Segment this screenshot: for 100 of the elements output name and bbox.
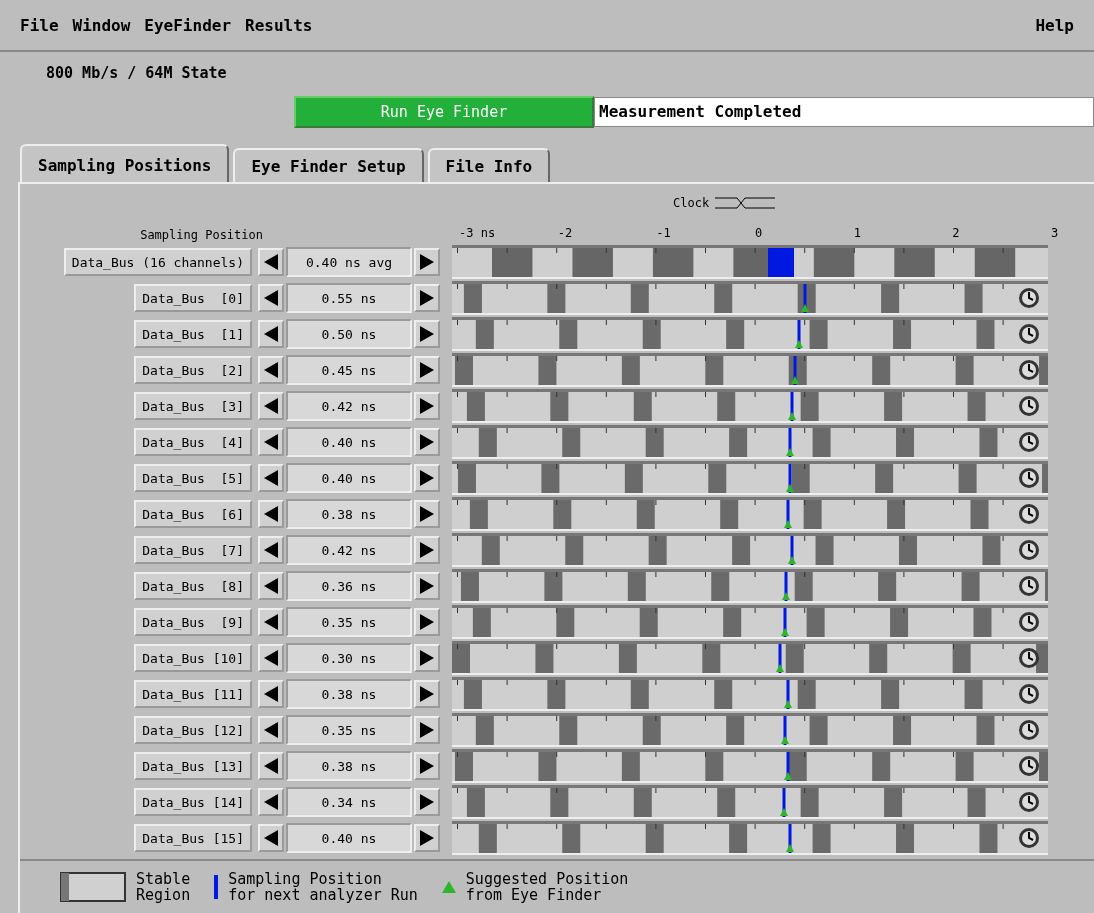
channel-name-button[interactable]: Data_Bus [9] [134, 608, 252, 636]
left-triangle-icon [264, 470, 278, 486]
increase-button[interactable] [414, 788, 440, 816]
increase-button[interactable] [414, 680, 440, 708]
clock-waveform-icon [715, 196, 776, 210]
channel-name-button[interactable]: Data_Bus [11] [134, 680, 252, 708]
decrease-button[interactable] [258, 572, 284, 600]
clock-icon [1018, 287, 1040, 309]
right-triangle-icon [420, 362, 434, 378]
left-triangle-icon [264, 254, 278, 270]
increase-button[interactable] [414, 644, 440, 672]
decrease-button[interactable] [258, 824, 284, 852]
channel-name-button[interactable]: Data_Bus [15] [134, 824, 252, 852]
increase-button[interactable] [414, 464, 440, 492]
channel-name-button[interactable]: Data_Bus [2] [134, 356, 252, 384]
tab[interactable]: File Info [427, 148, 551, 182]
decrease-button[interactable] [258, 716, 284, 744]
decrease-button[interactable] [258, 680, 284, 708]
position-value: 0.38 ns [286, 751, 412, 781]
channel-name-button[interactable]: Data_Bus [4] [134, 428, 252, 456]
decrease-button[interactable] [258, 428, 284, 456]
channel-name-button[interactable]: Data_Bus [10] [134, 644, 252, 672]
position-value: 0.42 ns [286, 391, 412, 421]
legend-label: Sampling Position for next analyzer Run [228, 870, 418, 904]
menu-item[interactable]: File [20, 15, 59, 35]
decrease-button[interactable] [258, 536, 284, 564]
increase-button[interactable] [414, 572, 440, 600]
clock-icon [1018, 827, 1040, 849]
menu-item[interactable]: EyeFinder [144, 15, 232, 35]
legend-label: Suggested Position from Eye Finder [465, 870, 629, 904]
position-value: 0.40 ns [286, 427, 412, 457]
tab[interactable]: Sampling Positions [20, 144, 230, 184]
clock-icon [1018, 755, 1040, 777]
decrease-button[interactable] [258, 356, 284, 384]
axis-tick-label: 3 [1051, 226, 1059, 240]
right-triangle-icon [420, 794, 434, 810]
right-triangle-icon [420, 434, 434, 450]
channel-name-button[interactable]: Data_Bus [3] [134, 392, 252, 420]
clock-label: Clock [673, 196, 710, 210]
channel-name-button[interactable]: Data_Bus [1] [134, 320, 252, 348]
channel-name-button[interactable]: Data_Bus [8] [134, 572, 252, 600]
channel-name-button[interactable]: Data_Bus [12] [134, 716, 252, 744]
menu-item[interactable]: Results [245, 15, 313, 35]
increase-button[interactable] [414, 428, 440, 456]
clock-icon [1018, 539, 1040, 561]
position-value: 0.50 ns [286, 319, 412, 349]
channel-name-button[interactable]: Data_Bus (16 channels) [63, 248, 252, 276]
increase-button[interactable] [414, 608, 440, 636]
increase-button[interactable] [414, 284, 440, 312]
position-value: 0.42 ns [286, 535, 412, 565]
decrease-button[interactable] [258, 500, 284, 528]
position-value: 0.30 ns [286, 643, 412, 673]
position-value: 0.40 ns [286, 463, 412, 493]
stable-region-swatch [60, 872, 126, 902]
increase-button[interactable] [414, 716, 440, 744]
decrease-button[interactable] [258, 752, 284, 780]
decrease-button[interactable] [258, 788, 284, 816]
increase-button[interactable] [414, 392, 440, 420]
left-triangle-icon [264, 722, 278, 738]
clock-icon [1018, 683, 1040, 705]
channel-name-button[interactable]: Data_Bus [6] [134, 500, 252, 528]
tab[interactable]: Eye Finder Setup [233, 148, 424, 182]
increase-button[interactable] [414, 500, 440, 528]
axis-tick-label: -1 [656, 226, 671, 240]
decrease-button[interactable] [258, 248, 284, 276]
increase-button[interactable] [414, 320, 440, 348]
right-triangle-icon [420, 686, 434, 702]
menu-item[interactable]: Window [72, 15, 131, 35]
increase-button[interactable] [414, 824, 440, 852]
right-triangle-icon [420, 290, 434, 306]
decrease-button[interactable] [258, 284, 284, 312]
clock-icon [1018, 719, 1040, 741]
decrease-button[interactable] [258, 464, 284, 492]
axis-tick-label: 2 [952, 226, 960, 240]
clock-icon [1018, 575, 1040, 597]
axis-tick-label: -3 ns [459, 226, 496, 240]
legend-label: Stable Region [136, 870, 191, 904]
mode-label: 800 Mb/s / 64M State [46, 64, 227, 82]
channel-name-button[interactable]: Data_Bus [7] [134, 536, 252, 564]
increase-button[interactable] [414, 248, 440, 276]
channel-name-button[interactable]: Data_Bus [13] [134, 752, 252, 780]
right-triangle-icon [420, 578, 434, 594]
decrease-button[interactable] [258, 392, 284, 420]
position-value: 0.40 ns avg [286, 247, 412, 277]
channel-name-button[interactable]: Data_Bus [14] [134, 788, 252, 816]
increase-button[interactable] [414, 536, 440, 564]
increase-button[interactable] [414, 752, 440, 780]
menu-item[interactable]: Help [1035, 15, 1074, 35]
position-value: 0.34 ns [286, 787, 412, 817]
decrease-button[interactable] [258, 320, 284, 348]
position-value: 0.55 ns [286, 283, 412, 313]
decrease-button[interactable] [258, 608, 284, 636]
increase-button[interactable] [414, 356, 440, 384]
left-triangle-icon [264, 650, 278, 666]
decrease-button[interactable] [258, 644, 284, 672]
right-triangle-icon [420, 650, 434, 666]
channel-name-button[interactable]: Data_Bus [0] [134, 284, 252, 312]
right-triangle-icon [420, 326, 434, 342]
channel-name-button[interactable]: Data_Bus [5] [134, 464, 252, 492]
clock-icon [1018, 791, 1040, 813]
